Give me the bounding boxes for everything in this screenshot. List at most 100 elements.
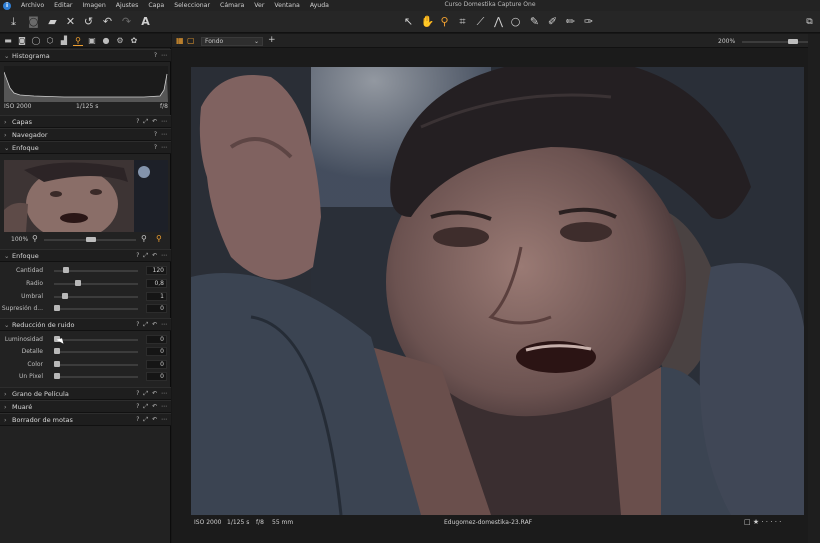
single-view-icon[interactable]: ▢ [187,36,195,45]
slider-value[interactable]: 0,8 [146,279,167,288]
slider-value[interactable]: 0 [146,360,167,369]
menu-seleccionar[interactable]: Seleccionar [174,2,210,9]
slider-knob[interactable] [54,373,60,379]
details-icon[interactable]: ⚲ [73,36,83,46]
slider-track[interactable] [54,351,138,353]
noise-section-header[interactable]: ⌄ Reducción de ruido ? ⤢ ↶ ⋯ [0,318,171,331]
zoom-in-icon[interactable]: ⚲ [141,234,147,243]
slider-track[interactable] [54,308,138,310]
image-viewer: ▦ ▢ Fondo ⌄ + 200% ISO 2000 1/125 s f/8 … [172,34,820,543]
slider-value[interactable]: 120 [146,266,167,275]
output-icon[interactable]: ⚙ [115,36,125,46]
moire-section-header[interactable]: › Muaré ? ⤢ ↶ ⋯ [0,400,171,413]
spot-icon[interactable]: ○ [508,14,523,30]
undo-all-icon[interactable]: ↺ [81,14,96,30]
slider-knob[interactable] [61,293,68,299]
metadata-icon[interactable]: ▣ [87,36,97,46]
capture-icon[interactable]: ◙ [17,36,27,46]
menu-ver[interactable]: Ver [254,2,264,9]
slider-track[interactable] [54,364,138,366]
section-controls[interactable]: ? ⤢ ↶ ⋯ [136,403,168,411]
menu-ayuda[interactable]: Ayuda [310,2,329,9]
import-icon[interactable]: ⤓ [6,14,21,30]
spot-removal-section-header[interactable]: › Borrador de motas ? ⤢ ↶ ⋯ [0,413,171,426]
slider-value[interactable]: 0 [146,304,167,313]
slider-knob[interactable] [54,348,60,354]
focus-mask-thumbnail[interactable] [4,160,168,232]
menu-ventana[interactable]: Ventana [274,2,299,9]
folder-icon[interactable]: ▰ [45,14,60,30]
chevron-right-icon: › [4,390,7,398]
focus-loupe-icon[interactable]: ⚲ [156,234,162,243]
keystone-icon[interactable]: ⋀ [491,14,506,30]
viewer-zoom-knob[interactable] [788,39,798,44]
navigator-section-header[interactable]: › Navegador ? ⋯ [0,128,171,141]
grid-view-icon[interactable]: ▦ [176,36,184,45]
add-layer-icon[interactable]: + [268,35,276,45]
zoom-out-icon[interactable]: ⚲ [32,234,38,243]
pan-icon[interactable]: ✋ [420,14,435,30]
straighten-icon[interactable]: ⟋ [473,14,488,30]
picker-icon[interactable]: ✑ [581,14,596,30]
sharpening-section-header[interactable]: ⌄ Enfoque ? ⤢ ↶ ⋯ [0,249,171,262]
menu-ajustes[interactable]: Ajustes [116,2,139,9]
compare-icon[interactable]: ⧉ [802,14,817,30]
focus-section-header[interactable]: ⌄ Enfoque ? ⋯ [0,141,171,154]
histo-aperture: f/8 [160,103,168,110]
viewer-zoom-slider[interactable] [742,41,812,43]
focus-zoom-knob[interactable] [86,237,96,242]
gradient-icon[interactable]: ✐ [545,14,560,30]
slider-track[interactable] [54,376,138,378]
section-controls[interactable]: ? ⋯ [154,144,168,151]
menu-editar[interactable]: Editar [54,2,72,9]
batch-icon[interactable]: ✿ [129,36,139,46]
loupe-icon[interactable]: ⚲ [437,14,452,30]
slider-value[interactable]: 0 [146,372,167,381]
section-controls[interactable]: ? ⤢ ↶ ⋯ [136,390,168,398]
crop-icon[interactable]: ⌗ [455,14,470,30]
eraser-icon[interactable]: ✏ [563,14,578,30]
exposure-icon[interactable]: ▟ [59,36,69,46]
chevron-right-icon: › [4,131,7,139]
text-icon[interactable]: A [138,14,153,30]
layer-select[interactable]: Fondo ⌄ [201,37,263,46]
adjust-icon[interactable]: ● [101,36,111,46]
section-controls[interactable]: ? ⋯ [154,131,168,138]
undo-icon[interactable]: ↶ [100,14,115,30]
slider-track[interactable] [54,339,138,341]
grain-section-header[interactable]: › Grano de Película ? ⤢ ↶ ⋯ [0,387,171,400]
slider-value[interactable]: 0 [146,347,167,356]
focus-zoom-value: 100% [11,236,29,243]
camera-icon[interactable]: ◙ [26,14,41,30]
select-icon[interactable]: ↖ [401,14,416,30]
histogram-section-header[interactable]: ⌄ Histograma ? ⋯ [0,49,171,62]
chevron-down-icon: ⌄ [253,38,259,45]
redo-icon[interactable]: ↷ [119,14,134,30]
delete-icon[interactable]: ✕ [63,14,78,30]
section-controls[interactable]: ? ⤢ ↶ ⋯ [136,118,168,126]
menu-imagen[interactable]: Imagen [82,2,105,9]
section-controls[interactable]: ? ⋯ [154,52,168,59]
rating-stars-icon[interactable]: □ ★ · · · · · [744,518,781,526]
slider-track[interactable] [54,283,138,285]
layers-section-header[interactable]: › Capas ? ⤢ ↶ ⋯ [0,115,171,128]
section-controls[interactable]: ? ⤢ ↶ ⋯ [136,416,168,424]
slider-value[interactable]: 1 [146,292,167,301]
main-photo[interactable] [191,67,804,515]
spot-removal-title: Borrador de motas [12,416,73,424]
menu-capa[interactable]: Capa [148,2,164,9]
library-icon[interactable]: ▬ [3,36,13,46]
menu-camara[interactable]: Cámara [220,2,244,9]
slider-knob[interactable] [63,267,70,273]
lens-icon[interactable]: ◯ [31,36,41,46]
slider-knob[interactable] [54,305,60,311]
brush-icon[interactable]: ✎ [527,14,542,30]
section-controls[interactable]: ? ⤢ ↶ ⋯ [136,252,168,260]
slider-knob[interactable] [54,361,60,367]
color-icon[interactable]: ⬡ [45,36,55,46]
slider-knob[interactable] [75,280,82,286]
section-controls[interactable]: ? ⤢ ↶ ⋯ [136,321,168,329]
slider-value[interactable]: 0 [146,335,167,344]
slider-row: Luminosidad 0 [0,334,171,346]
menu-archivo[interactable]: Archivo [21,2,44,9]
